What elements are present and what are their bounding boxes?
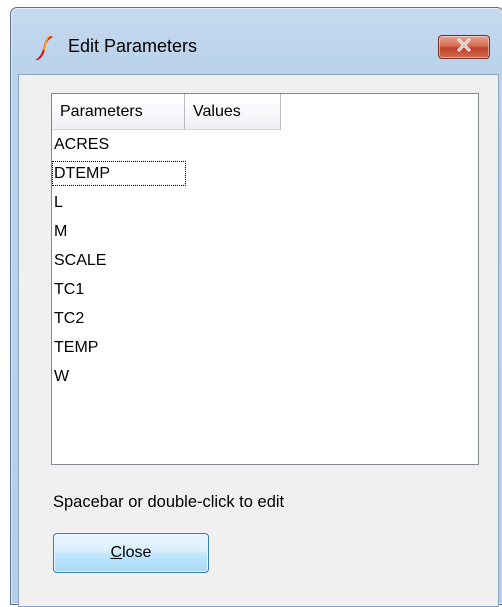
list-item[interactable]: DTEMP bbox=[52, 159, 478, 188]
list-item[interactable]: W bbox=[52, 362, 478, 391]
list-item[interactable]: M bbox=[52, 217, 478, 246]
window-title: Edit Parameters bbox=[68, 36, 198, 56]
list-item[interactable]: TEMP bbox=[52, 333, 478, 362]
column-header-values[interactable]: Values bbox=[185, 94, 281, 130]
dialog-window: Edit Parameters Parameters Values ACRES … bbox=[10, 7, 502, 607]
listview-header: Parameters Values bbox=[52, 94, 281, 130]
list-item[interactable]: ACRES bbox=[52, 130, 478, 159]
parameter-name: W bbox=[54, 368, 70, 385]
dialog-client-area: Parameters Values ACRES DTEMP L M SCALE … bbox=[18, 74, 499, 607]
parameters-listview[interactable]: Parameters Values ACRES DTEMP L M SCALE … bbox=[51, 93, 479, 465]
parameter-name: TEMP bbox=[54, 339, 99, 356]
parameter-name: L bbox=[54, 194, 63, 211]
close-button-label: Close bbox=[110, 544, 152, 561]
parameter-name: TC1 bbox=[54, 281, 85, 298]
column-header-parameters[interactable]: Parameters bbox=[52, 94, 185, 130]
list-item[interactable]: TC2 bbox=[52, 304, 478, 333]
list-item[interactable]: SCALE bbox=[52, 246, 478, 275]
parameter-name: DTEMP bbox=[52, 161, 186, 186]
parameter-name: M bbox=[54, 223, 68, 240]
title-bar[interactable]: Edit Parameters bbox=[11, 8, 502, 74]
parameter-name: TC2 bbox=[54, 310, 85, 327]
app-icon bbox=[33, 34, 55, 62]
close-icon bbox=[456, 38, 472, 57]
close-window-button[interactable] bbox=[438, 35, 490, 59]
parameter-name: ACRES bbox=[54, 136, 110, 153]
edit-hint-text: Spacebar or double-click to edit bbox=[53, 493, 285, 511]
list-item[interactable]: TC1 bbox=[52, 275, 478, 304]
close-button[interactable]: Close bbox=[53, 533, 209, 573]
parameter-name: SCALE bbox=[54, 252, 107, 269]
list-item[interactable]: L bbox=[52, 188, 478, 217]
listview-rows: ACRES DTEMP L M SCALE TC1 TC2 TEMP W bbox=[52, 130, 478, 391]
